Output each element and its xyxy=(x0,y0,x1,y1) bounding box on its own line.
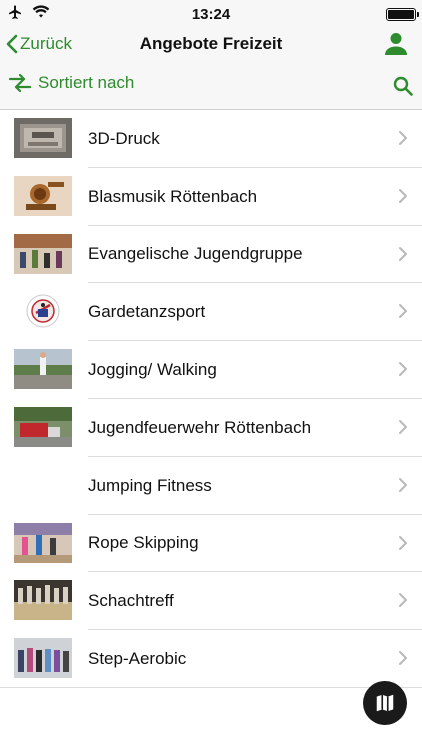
list-item-label: Evangelische Jugendgruppe xyxy=(88,244,303,264)
chevron-right-icon xyxy=(399,131,407,145)
list-item-label: Jogging/ Walking xyxy=(88,360,217,380)
list-item[interactable]: Rope Skipping xyxy=(0,515,422,573)
search-icon xyxy=(393,76,413,96)
list-item-label: Jumping Fitness xyxy=(88,475,212,495)
list-item-label: Jugendfeuerwehr Röttenbach xyxy=(88,417,312,437)
sort-toolbar: Sortiert nach xyxy=(0,60,422,110)
3d-printer-photo xyxy=(14,118,72,158)
aerobic-group-photo xyxy=(14,638,72,679)
list-item[interactable]: 3D-Druck xyxy=(0,110,422,168)
youth-group-photo xyxy=(14,233,72,274)
user-icon xyxy=(385,33,407,55)
list-item-label: Rope Skipping xyxy=(88,533,199,553)
chevron-right-icon xyxy=(399,593,407,608)
guard-dance-logo xyxy=(14,291,72,332)
chess-pieces-photo xyxy=(14,580,72,621)
jogging-photo xyxy=(14,349,72,390)
list-item-label: Blasmusik Röttenbach xyxy=(88,186,258,206)
list-item-label: Schachtreff xyxy=(88,591,174,611)
status-time: 13:24 xyxy=(191,6,231,23)
profile-button[interactable] xyxy=(382,30,410,58)
chevron-right-icon xyxy=(399,188,407,203)
list-item[interactable]: Jumping Fitness xyxy=(0,457,422,515)
sort-button-label: Sortiert nach xyxy=(38,73,135,92)
list-item[interactable]: Gardetanzsport xyxy=(0,283,422,341)
search-button[interactable] xyxy=(392,75,414,97)
chevron-right-icon xyxy=(399,304,407,319)
list-item-label: 3D-Druck xyxy=(88,128,160,148)
battery-icon xyxy=(386,8,419,21)
rope-skipping-photo xyxy=(14,522,72,563)
swap-arrows-icon xyxy=(8,74,32,92)
chevron-right-icon xyxy=(399,246,407,261)
navigation-bar: Zurück Angebote Freizeit xyxy=(0,28,422,60)
back-button-label: Zurück xyxy=(20,34,72,53)
back-button[interactable]: Zurück xyxy=(6,30,72,58)
fire-truck-photo xyxy=(14,406,72,447)
list-item-label: Gardetanzsport xyxy=(88,302,206,322)
sort-button[interactable]: Sortiert nach xyxy=(8,73,134,93)
chevron-right-icon xyxy=(399,362,407,377)
chevron-right-icon xyxy=(399,419,407,434)
status-bar: 13:24 xyxy=(0,0,422,28)
chevron-right-icon xyxy=(399,477,407,492)
list-item[interactable]: Step-Aerobic xyxy=(0,630,422,688)
map-button[interactable] xyxy=(363,681,407,725)
offer-list: 3D-Druck Blasmusik Röttenbach Evangelisc… xyxy=(0,110,422,688)
list-item[interactable]: Jugendfeuerwehr Röttenbach xyxy=(0,399,422,457)
list-item[interactable]: Evangelische Jugendgruppe xyxy=(0,226,422,284)
chevron-left-icon xyxy=(6,34,18,54)
list-item[interactable]: Schachtreff xyxy=(0,572,422,630)
chevron-right-icon xyxy=(399,651,407,666)
chevron-right-icon xyxy=(399,535,407,550)
list-item[interactable]: Blasmusik Röttenbach xyxy=(0,168,422,226)
brass-instrument-photo xyxy=(14,175,72,216)
list-item[interactable]: Jogging/ Walking xyxy=(0,341,422,399)
map-icon xyxy=(376,694,394,712)
list-item-label: Step-Aerobic xyxy=(88,649,187,669)
